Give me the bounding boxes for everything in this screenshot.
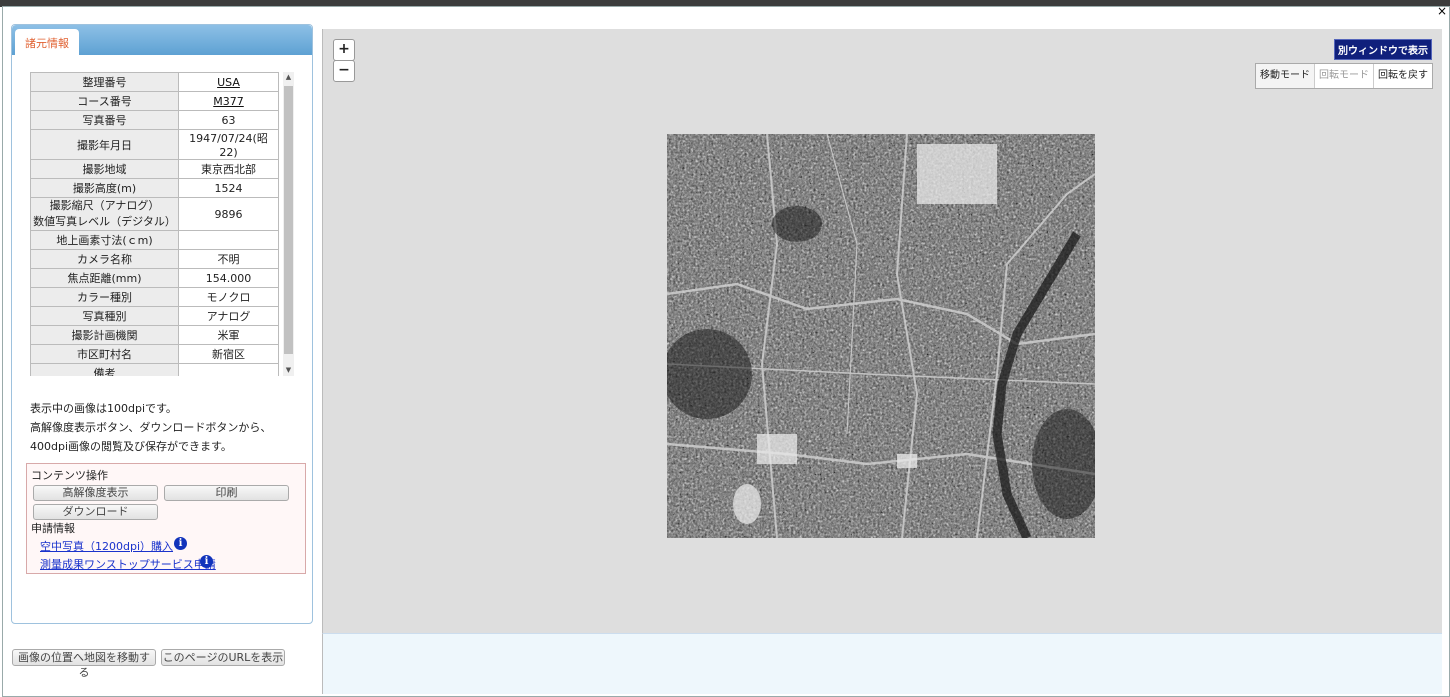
spec-key: 地上画素寸法(ｃm) — [30, 230, 179, 250]
table-row: コース番号 M377 — [30, 91, 279, 111]
spec-value: 不明 — [178, 249, 279, 269]
spec-key: 撮影縮尺（アナログ） 数値写真レベル（デジタル） — [30, 197, 179, 231]
spec-value[interactable]: M377 — [178, 91, 279, 111]
table-row: 撮影計画機関 米軍 — [30, 325, 279, 345]
table-row: 写真種別 アナログ — [30, 306, 279, 326]
spec-value — [178, 230, 279, 250]
zoom-out-button[interactable]: − — [333, 60, 355, 82]
download-button[interactable]: ダウンロード — [33, 504, 158, 520]
info-panel: 諸元情報 整理番号 USA コース番号 M377 写真番号 63 撮影年月日 1947/07/… — [11, 24, 313, 624]
spec-value: 1947/07/24(昭22) — [178, 129, 279, 160]
spec-key: 撮影高度(m) — [30, 178, 179, 198]
scroll-thumb[interactable] — [284, 86, 293, 354]
spec-key: 整理番号 — [30, 72, 179, 92]
image-viewer[interactable]: + − 別ウィンドウで表示 移動モード 回転モード 回転を戻す — [322, 29, 1442, 633]
viewer-footer — [322, 633, 1442, 694]
spec-value: 米軍 — [178, 325, 279, 345]
spec-key: 市区町村名 — [30, 344, 179, 364]
spec-value: モノクロ — [178, 287, 279, 307]
spec-value: アナログ — [178, 306, 279, 326]
spec-key: 写真種別 — [30, 306, 179, 326]
separate-window-button[interactable]: 別ウィンドウで表示 — [1334, 39, 1432, 60]
spec-key: 写真番号 — [30, 110, 179, 130]
table-row: 地上画素寸法(ｃm) — [30, 230, 279, 250]
info-icon[interactable]: i — [200, 555, 213, 568]
table-row: 市区町村名 新宿区 — [30, 344, 279, 364]
hires-display-button[interactable]: 高解像度表示 — [33, 485, 158, 501]
table-row: 撮影年月日 1947/07/24(昭22) — [30, 129, 279, 160]
table-row: 備考 — [30, 363, 279, 376]
specs-scrollbar[interactable]: ▲ ▼ — [283, 72, 294, 376]
onestop-service-link[interactable]: 測量成果ワンストップサービス申請 — [40, 556, 216, 572]
spec-key: コース番号 — [30, 91, 179, 111]
specs-table: 整理番号 USA コース番号 M377 写真番号 63 撮影年月日 1947/07/24(昭2… — [30, 72, 279, 376]
aerial-photo[interactable] — [667, 134, 1095, 538]
table-row: 写真番号 63 — [30, 110, 279, 130]
show-url-button[interactable]: このページのURLを表示 — [161, 649, 285, 666]
scroll-down-arrow-icon[interactable]: ▼ — [283, 365, 294, 376]
move-map-button[interactable]: 画像の位置へ地図を移動する — [12, 649, 156, 679]
table-row: 整理番号 USA — [30, 72, 279, 92]
spec-key: 撮影年月日 — [30, 129, 179, 160]
info-icon[interactable]: i — [174, 537, 187, 550]
aerial-photo-image — [667, 134, 1095, 538]
spec-key: 備考 — [30, 363, 179, 376]
mode-toolbar: 移動モード 回転モード 回転を戻す — [1255, 63, 1433, 89]
spec-value[interactable]: USA — [178, 72, 279, 92]
spec-value: 63 — [178, 110, 279, 130]
table-row: 焦点距離(mm) 154.000 — [30, 268, 279, 288]
spec-value: 154.000 — [178, 268, 279, 288]
spec-key: 焦点距離(mm) — [30, 268, 179, 288]
table-row: カラー種別 モノクロ — [30, 287, 279, 307]
zoom-in-button[interactable]: + — [333, 39, 355, 61]
spec-key: カラー種別 — [30, 287, 179, 307]
info-tabbar: 諸元情報 — [12, 25, 312, 58]
move-mode-button[interactable]: 移動モード — [1256, 64, 1315, 88]
reset-rotation-button[interactable]: 回転を戻す — [1374, 64, 1432, 88]
spec-key: カメラ名称 — [30, 249, 179, 269]
spec-value: 1524 — [178, 178, 279, 198]
content-operations-title: コンテンツ操作 — [31, 469, 108, 482]
specs-table-container: 整理番号 USA コース番号 M377 写真番号 63 撮影年月日 1947/07/24(昭2… — [30, 72, 294, 376]
table-row: 撮影地域 東京西北部 — [30, 159, 279, 179]
table-row: 撮影縮尺（アナログ） 数値写真レベル（デジタル） 9896 — [30, 197, 279, 231]
table-row: カメラ名称 不明 — [30, 249, 279, 269]
photo-detail-dialog: × 諸元情報 整理番号 USA コース番号 M377 写真番号 63 撮影年月日 1947/0… — [2, 4, 1450, 697]
spec-value: 新宿区 — [178, 344, 279, 364]
application-info-title: 申請情報 — [31, 522, 75, 535]
rotate-mode-button[interactable]: 回転モード — [1315, 64, 1374, 88]
spec-value: 東京西北部 — [178, 159, 279, 179]
dpi-note: 表示中の画像は100dpiです。 高解像度表示ボタン、ダウンロードボタンから、4… — [30, 402, 272, 453]
spec-key: 撮影地域 — [30, 159, 179, 179]
tab-specs[interactable]: 諸元情報 — [15, 29, 79, 58]
table-row: 撮影高度(m) 1524 — [30, 178, 279, 198]
scroll-up-arrow-icon[interactable]: ▲ — [283, 72, 294, 83]
spec-value — [178, 363, 279, 376]
spec-value: 9896 — [178, 197, 279, 231]
spec-key: 撮影計画機関 — [30, 325, 179, 345]
purchase-photo-link[interactable]: 空中写真（1200dpi）購入 — [40, 538, 173, 554]
close-icon[interactable]: × — [1437, 4, 1447, 18]
print-button[interactable]: 印刷 — [164, 485, 289, 501]
content-operations-box: コンテンツ操作 高解像度表示 印刷 ダウンロード 申請情報 空中写真（1200d… — [26, 463, 306, 574]
